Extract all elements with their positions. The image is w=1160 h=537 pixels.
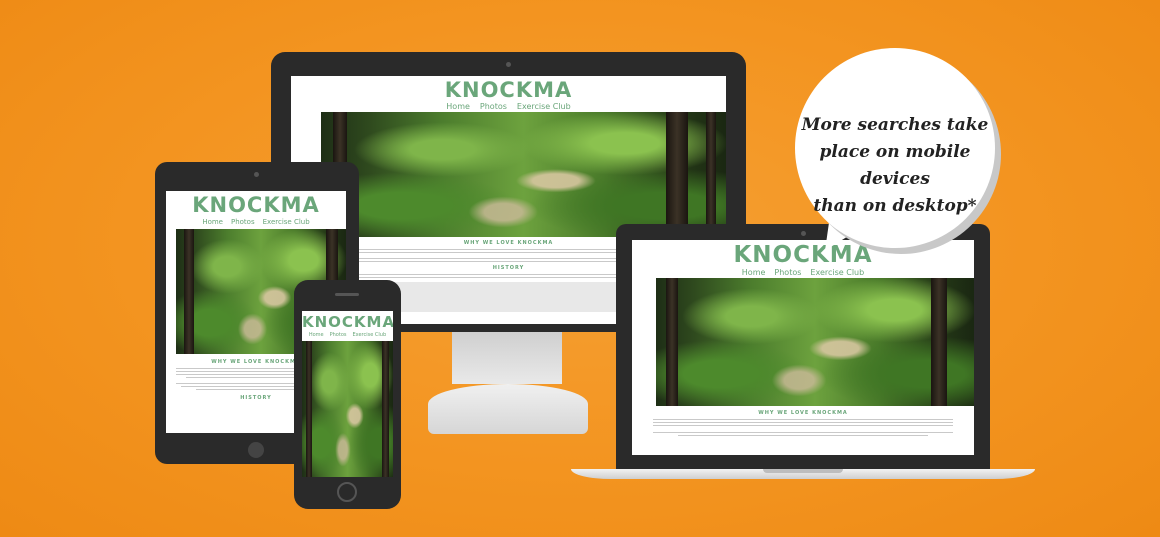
nav-home[interactable]: Home (202, 217, 223, 227)
bubble-line-3: than on desktop* (813, 196, 977, 216)
nav-exercise-club[interactable]: Exercise Club (810, 268, 864, 278)
site-nav: Home Photos Exercise Club (291, 102, 726, 112)
nav-home[interactable]: Home (446, 102, 470, 112)
nav-photos[interactable]: Photos (774, 268, 801, 278)
nav-exercise-club[interactable]: Exercise Club (517, 102, 571, 112)
laptop-camera (801, 231, 806, 236)
bubble-line-2: place on mobile devices (819, 142, 971, 189)
nav-exercise-club[interactable]: Exercise Club (263, 217, 310, 227)
phone-home-button[interactable] (337, 482, 357, 502)
site-nav: Home Photos Exercise Club (632, 268, 974, 278)
phone-screen: KNOCKMA Home Photos Exercise Club (302, 311, 393, 477)
tablet-camera (254, 172, 259, 177)
laptop-screen: KNOCKMA Home Photos Exercise Club WHY WE… (632, 240, 974, 455)
monitor-neck (452, 332, 562, 384)
section-why: WHY WE LOVE KNOCKMA (758, 410, 848, 416)
laptop-notch (763, 469, 843, 473)
nav-exercise-club[interactable]: Exercise Club (353, 331, 387, 339)
speech-bubble-text: More searches take place on mobile devic… (800, 112, 990, 220)
site-logo: KNOCKMA (302, 313, 393, 331)
nav-photos[interactable]: Photos (231, 217, 255, 227)
nav-photos[interactable]: Photos (480, 102, 507, 112)
hero-image (302, 341, 393, 477)
nav-home[interactable]: Home (309, 331, 324, 339)
site-logo: KNOCKMA (444, 78, 573, 102)
hero-image (321, 112, 726, 237)
nav-home[interactable]: Home (742, 268, 766, 278)
desktop-camera (506, 62, 511, 67)
tablet-home-button[interactable] (248, 442, 264, 458)
hero-image (656, 278, 974, 406)
site-nav: Home Photos Exercise Club (166, 217, 346, 227)
monitor-base (428, 384, 588, 434)
phone-speaker (335, 293, 359, 296)
site-logo: KNOCKMA (192, 193, 320, 217)
bubble-line-1: More searches take (801, 115, 989, 135)
site-nav: Home Photos Exercise Club (302, 331, 393, 339)
nav-photos[interactable]: Photos (330, 331, 347, 339)
site-logo: KNOCKMA (733, 242, 873, 268)
